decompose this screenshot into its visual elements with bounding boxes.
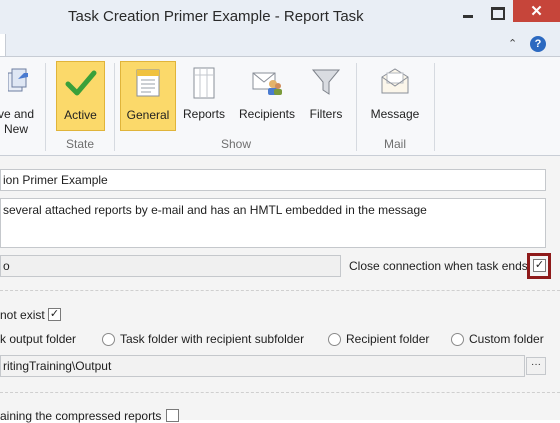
close-icon: ✕ [530,3,543,20]
section-divider [0,392,560,393]
highlight-box [527,253,551,279]
ribbon: ve and New Active State General Reports … [0,57,560,156]
close-button[interactable]: ✕ [513,0,560,22]
message-button[interactable]: Message [364,61,426,131]
save-and-new-button[interactable]: ve and New [0,61,42,136]
task-recipient-subfolder-label: Task folder with recipient subfolder [120,332,305,346]
recipient-folder-label: Recipient folder [346,332,430,346]
task-output-folder-label: k output folder [0,332,77,346]
ribbon-separator [356,63,357,151]
recipient-folder-radio[interactable] [328,333,341,346]
mail-group-label: Mail [383,137,406,151]
task-description-input[interactable]: several attached reports by e-mail and h… [0,198,546,248]
section-divider [0,290,560,291]
active-toggle-button[interactable]: Active [56,61,105,131]
show-group-label: Show [220,137,252,151]
create-folder-label: not exist [0,308,45,322]
save-new-label-1: ve and [0,107,35,121]
task-name-input[interactable]: ion Primer Example [0,169,546,191]
active-label: Active [64,108,97,122]
browse-button[interactable]: ··· [526,357,546,375]
reports-label: Reports [182,107,226,121]
filter-funnel-icon [311,69,341,95]
general-label: General [126,108,170,122]
checkmark-icon [65,70,96,96]
ribbon-separator [45,63,46,151]
minimize-icon [463,14,473,18]
envelope-icon [381,68,409,94]
minimize-button[interactable] [453,3,483,23]
maximize-icon [491,6,505,20]
filters-tab-button[interactable]: Filters [302,61,350,131]
recipients-icon [252,72,282,95]
reports-tab-button[interactable]: Reports [178,61,230,131]
maximize-button[interactable] [483,3,513,23]
save-new-label-2: New [3,122,28,136]
save-new-icon [8,68,28,92]
general-tab-button[interactable]: General [120,61,176,131]
reports-icon [193,67,215,99]
custom-folder-label: Custom folder [469,332,544,346]
create-folder-checkbox[interactable]: ✓ [48,308,61,321]
title-bar: Task Creation Primer Example - Report Ta… [0,0,560,35]
ribbon-tab-strip: ⌃ ? [0,34,560,57]
output-path-input[interactable]: ritingTraining\Output [0,355,525,377]
state-group-label: State [65,137,95,151]
help-icon[interactable]: ? [530,36,546,52]
compressed-reports-label: aining the compressed reports [0,409,162,423]
custom-folder-radio[interactable] [451,333,464,346]
ribbon-separator [434,63,435,151]
window-title: Task Creation Primer Example - Report Ta… [68,8,364,25]
general-form-icon [136,69,160,97]
recipients-label: Recipients [238,107,296,121]
ribbon-tab[interactable] [0,34,6,56]
collapse-ribbon-icon[interactable]: ⌃ [508,37,517,50]
task-recipient-subfolder-radio[interactable] [102,333,115,346]
compressed-reports-checkbox[interactable] [166,409,179,422]
message-label: Message [370,107,420,121]
filters-label: Filters [309,107,343,121]
connection-input[interactable]: o [0,255,341,277]
close-connection-label: Close connection when task ends [349,259,528,273]
task-form [0,156,560,420]
ribbon-separator [114,63,115,151]
recipients-tab-button[interactable]: Recipients [235,61,299,131]
